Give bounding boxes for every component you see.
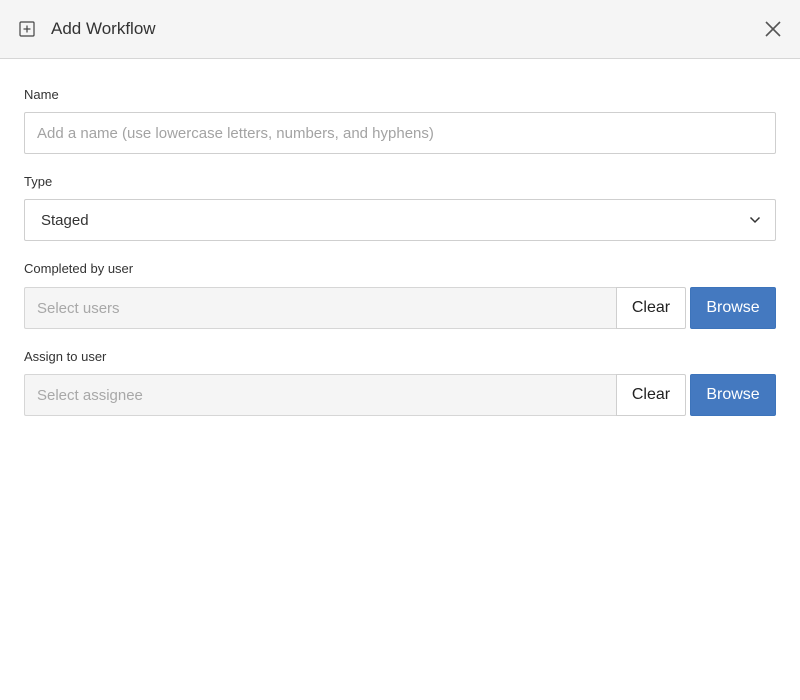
assign-to-user-label: Assign to user (24, 349, 107, 364)
type-label: Type (24, 174, 53, 189)
assign-to-user-browse-button[interactable]: Browse (690, 374, 776, 416)
add-workflow-dialog: Add Workflow Name Type Staged Completed … (0, 0, 800, 700)
type-select[interactable]: Staged (24, 199, 776, 241)
name-label: Name (24, 87, 59, 102)
name-input[interactable] (24, 112, 776, 154)
plus-square-icon (19, 21, 35, 37)
completed-by-user-input[interactable] (24, 287, 617, 329)
type-selected-value: Staged (41, 212, 89, 229)
assign-to-user-clear-button[interactable]: Clear (616, 374, 686, 416)
dialog-title: Add Workflow (51, 19, 156, 38)
completed-by-user-clear-button[interactable]: Clear (616, 287, 686, 329)
dialog-header: Add Workflow (0, 0, 800, 59)
completed-by-user-browse-button[interactable]: Browse (690, 287, 776, 329)
close-icon[interactable] (762, 18, 784, 40)
chevron-down-icon (749, 216, 761, 224)
completed-by-user-label: Completed by user (24, 261, 134, 276)
assign-to-user-input[interactable] (24, 374, 617, 416)
